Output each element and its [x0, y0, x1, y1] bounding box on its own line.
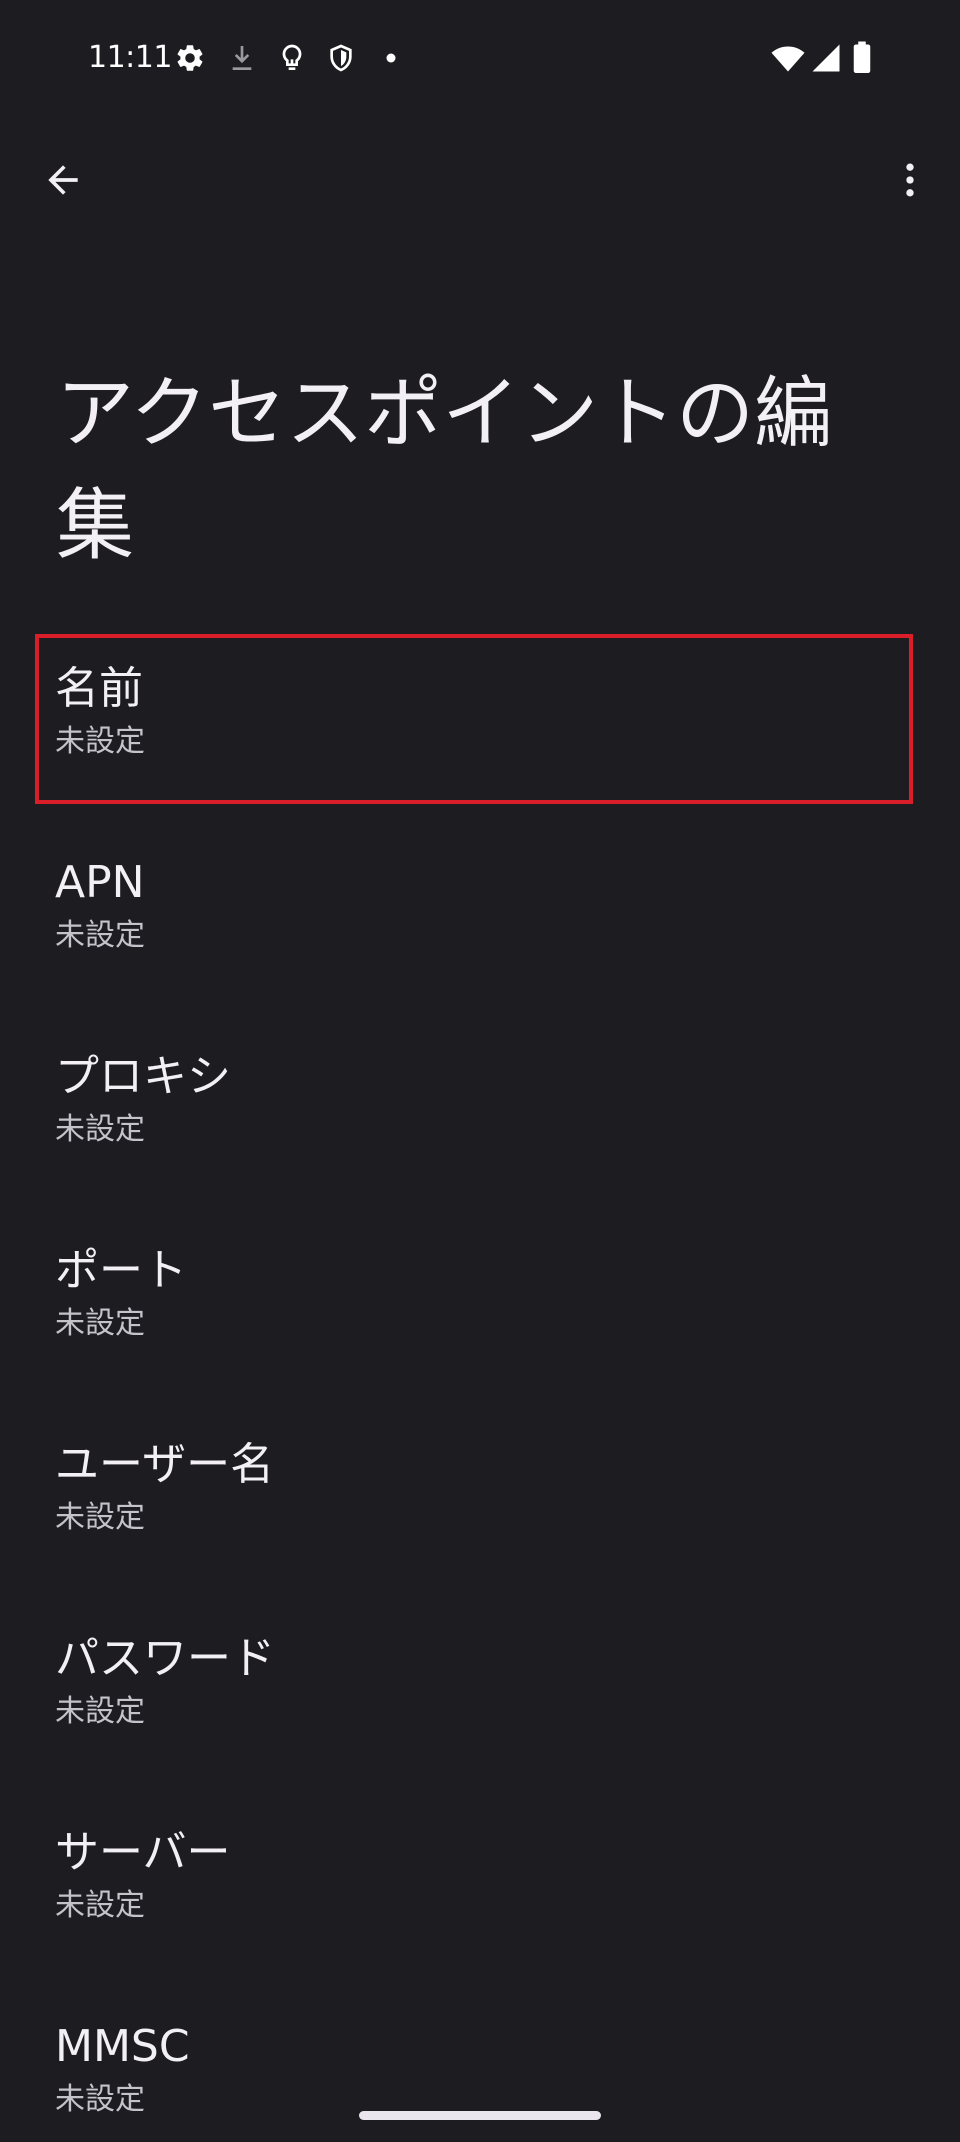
- pref-title: サーバー: [55, 1827, 231, 1878]
- page-title: アクセスポイントの編集: [56, 369, 833, 571]
- pref-title: ポート: [55, 1245, 187, 1296]
- pref-item-server[interactable]: サーバー 未設定: [0, 1796, 960, 1990]
- pref-summary: 未設定: [55, 1500, 145, 1535]
- preference-list: 名前 未設定 APN 未設定 プロキシ 未設定 ポート 未設定 ユーザー名 未設…: [0, 632, 960, 2142]
- battery-icon: [848, 40, 876, 76]
- screen: 11:11 アクセスポイントの編集 名前 未設定 APN 未設定 プロキシ 未設…: [0, 0, 960, 2142]
- pref-summary: 未設定: [55, 918, 145, 953]
- wifi-icon: [770, 40, 806, 76]
- pref-title: APN: [55, 857, 145, 908]
- pref-item-port[interactable]: ポート 未設定: [0, 1214, 960, 1408]
- lightbulb-icon: [276, 42, 308, 74]
- pref-title: 名前: [55, 663, 143, 714]
- pref-item-username[interactable]: ユーザー名 未設定: [0, 1408, 960, 1602]
- pref-summary: 未設定: [55, 724, 145, 759]
- pref-title: ユーザー名: [55, 1439, 275, 1490]
- status-bar: 11:11: [0, 0, 960, 120]
- shield-icon: [325, 42, 357, 74]
- pref-summary: 未設定: [55, 1694, 145, 1729]
- pref-title: パスワード: [55, 1633, 275, 1684]
- gesture-nav-handle[interactable]: [359, 2111, 601, 2120]
- pref-summary: 未設定: [55, 1888, 145, 1923]
- more-options-button[interactable]: [878, 148, 942, 212]
- back-button[interactable]: [31, 148, 95, 212]
- pref-item-password[interactable]: パスワード 未設定: [0, 1602, 960, 1796]
- pref-title: プロキシ: [55, 1051, 231, 1102]
- pref-title: MMSC: [55, 2021, 190, 2072]
- dot-icon: [376, 42, 406, 74]
- status-time: 11:11: [88, 40, 172, 75]
- more-vert-icon: [888, 158, 932, 202]
- cell-signal-icon: [808, 40, 844, 76]
- arrow-back-icon: [41, 158, 85, 202]
- pref-item-name[interactable]: 名前 未設定: [0, 632, 960, 826]
- pref-summary: 未設定: [55, 1112, 145, 1147]
- download-icon: [226, 42, 258, 74]
- settings-gear-icon: [174, 42, 206, 74]
- pref-summary: 未設定: [55, 1306, 145, 1341]
- pref-item-proxy[interactable]: プロキシ 未設定: [0, 1020, 960, 1214]
- pref-item-apn[interactable]: APN 未設定: [0, 826, 960, 1020]
